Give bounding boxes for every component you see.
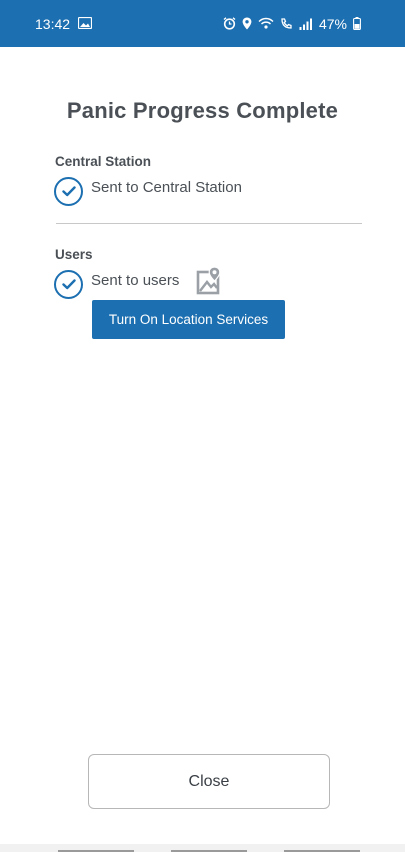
- gallery-icon: [77, 16, 93, 32]
- alarm-icon: [223, 17, 236, 30]
- turn-on-location-button[interactable]: Turn On Location Services: [92, 300, 285, 339]
- central-station-label: Central Station: [55, 154, 152, 169]
- map-location-icon: [196, 266, 224, 301]
- status-right: 47%: [223, 0, 361, 47]
- users-label: Users: [55, 247, 93, 262]
- wifi-call-icon: [280, 17, 293, 30]
- battery-percent: 47%: [318, 15, 347, 32]
- page-title: Panic Progress Complete: [66, 98, 339, 123]
- status-left: 13:42: [35, 15, 93, 32]
- navigation-bar: [0, 844, 405, 852]
- close-button[interactable]: Close: [88, 754, 330, 809]
- section-divider: [56, 223, 362, 224]
- battery-icon: [353, 17, 361, 30]
- status-time: 13:42: [35, 15, 71, 32]
- signal-icon: [299, 18, 313, 30]
- central-station-status: Sent to Central Station: [91, 179, 242, 196]
- checkmark-icon: [54, 177, 83, 206]
- users-status: Sent to users: [91, 272, 180, 289]
- location-pin-icon: [242, 17, 252, 30]
- checkmark-icon: [54, 270, 83, 299]
- status-bar: 13:42 47%: [0, 0, 405, 47]
- wifi-icon: [258, 17, 274, 30]
